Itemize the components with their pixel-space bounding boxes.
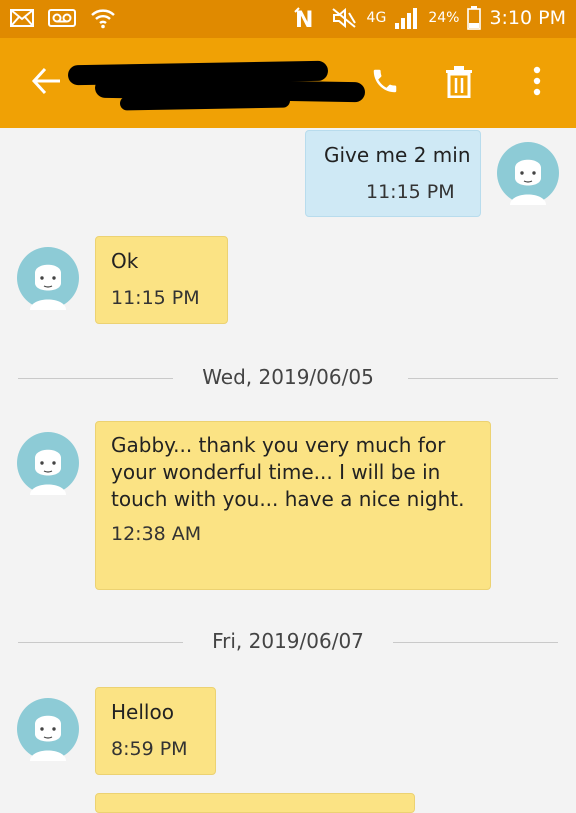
message-text: Gabby... thank you very much for your wo… [111,433,465,511]
date-label: Wed, 2019/06/05 [202,365,374,389]
svg-text:N: N [295,8,313,30]
avatar-icon[interactable] [16,431,80,495]
message-bubble-incoming[interactable]: Helloo 8:59 PM [95,687,216,775]
wifi-icon [91,9,115,29]
message-text: Ok [111,249,139,273]
more-vert-icon[interactable] [532,66,542,96]
signal-icon [395,8,418,29]
mute-icon [331,7,356,29]
back-arrow-icon[interactable] [30,64,64,98]
network-type: 4G [366,10,387,26]
trash-icon[interactable] [445,66,473,98]
avatar-icon[interactable] [16,697,80,761]
avatar-icon[interactable] [16,246,80,310]
message-bubble-outgoing[interactable]: Give me 2 min 11:15 PM [305,130,481,217]
battery-percent: 24% [428,10,460,26]
message-bubble-incoming-partial[interactable] [95,793,415,813]
app-bar [0,38,576,128]
voicemail-icon [48,9,76,27]
nfc-icon: N [293,7,313,30]
message-time: 8:59 PM [111,738,188,760]
message-time: 11:15 PM [366,181,455,203]
message-bubble-incoming[interactable]: Ok 11:15 PM [95,236,228,324]
date-label: Fri, 2019/06/07 [212,629,364,653]
message-bubble-incoming[interactable]: Gabby... thank you very much for your wo… [95,421,491,590]
message-text: Helloo [111,700,174,724]
message-time: 11:15 PM [111,287,200,309]
avatar-icon[interactable] [496,141,560,205]
date-separator: Fri, 2019/06/07 [18,627,558,657]
date-separator: Wed, 2019/06/05 [18,363,558,393]
battery-icon [467,6,482,30]
clock: 3:10 PM [489,7,566,29]
message-time: 12:38 AM [111,523,202,545]
status-bar: N 4G 24% 3:10 PM [0,0,576,38]
message-text: Give me 2 min [324,143,471,167]
phone-icon[interactable] [370,66,400,96]
email-icon [10,9,34,27]
